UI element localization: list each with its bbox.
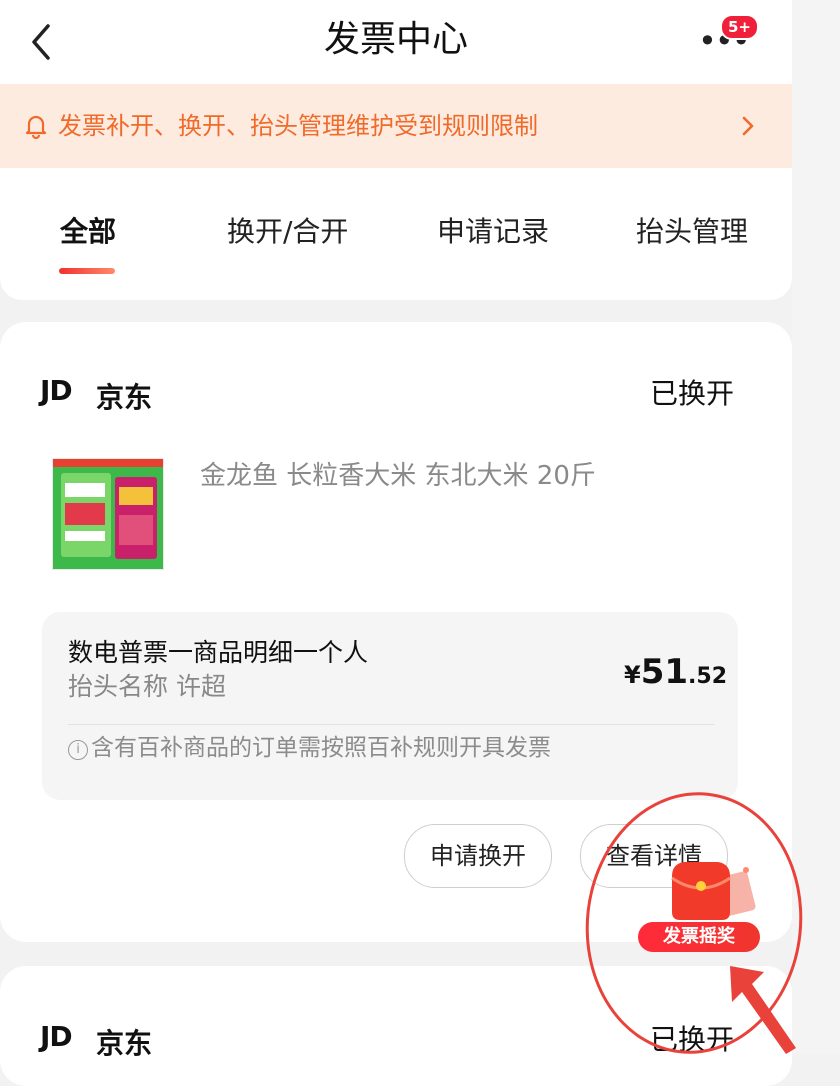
annotation-arrow [730, 966, 796, 1054]
top-nav-bar: 发票中心 ••• 5+ [0, 0, 792, 84]
price-integer: 51 [640, 652, 689, 692]
message-count-badge: 5+ [720, 14, 760, 40]
jd-logo: JD [40, 1020, 73, 1053]
bell-icon [25, 115, 47, 140]
invoice-title-label: 抬头名称 [68, 672, 169, 701]
shop-name: 京东 [96, 381, 153, 414]
invoice-summary[interactable]: 数电普票一商品明细一个人 抬头名称 许超 ¥51.52 i 含有百补商品的订单需按… [42, 612, 738, 800]
more-menu-button[interactable]: ••• 5+ [692, 14, 760, 70]
invoice-title-row: 抬头名称 许超 [68, 670, 226, 704]
tab-all[interactable]: 全部 [60, 212, 116, 252]
invoice-rule-note-text: 含有百补商品的订单需按照百补规则开具发票 [91, 735, 551, 761]
divider [68, 724, 714, 725]
invoice-status: 已换开 [650, 377, 735, 410]
page-title: 发票中心 [323, 19, 468, 60]
jd-logo: JD [40, 374, 73, 407]
shop-name: 京东 [96, 1027, 153, 1060]
tab-application-records[interactable]: 申请记录 [437, 212, 549, 252]
apply-reissue-button[interactable]: 申请换开 [404, 824, 552, 888]
product-thumbnail[interactable] [52, 458, 164, 570]
tab-title-management[interactable]: 抬头管理 [636, 212, 748, 252]
tab-reissue-merge[interactable]: 换开/合开 [227, 212, 348, 252]
invoice-type: 数电普票一商品明细一个人 [68, 638, 369, 667]
active-tab-indicator [59, 268, 115, 274]
chevron-right-icon [742, 116, 754, 136]
rice-bag-image [53, 459, 163, 569]
invoice-rule-note: i 含有百补商品的订单需按照百补规则开具发票 [68, 730, 551, 766]
info-icon: i [68, 740, 88, 760]
product-name[interactable]: 金龙鱼 长粒香大米 东北大米 20斤 [200, 458, 596, 494]
price-currency: ¥ [624, 661, 641, 689]
invoice-tabs: 全部 换开/合开 申请记录 抬头管理 [0, 168, 792, 300]
invoice-amount: ¥51.52 [624, 652, 727, 692]
rule-notice-bar[interactable]: 发票补开、换开、抬头管理维护受到规则限制 [0, 84, 792, 168]
notice-text: 发票补开、换开、抬头管理维护受到规则限制 [58, 112, 538, 140]
invoice-title-value: 许超 [175, 672, 226, 701]
price-decimal: .52 [688, 664, 728, 689]
